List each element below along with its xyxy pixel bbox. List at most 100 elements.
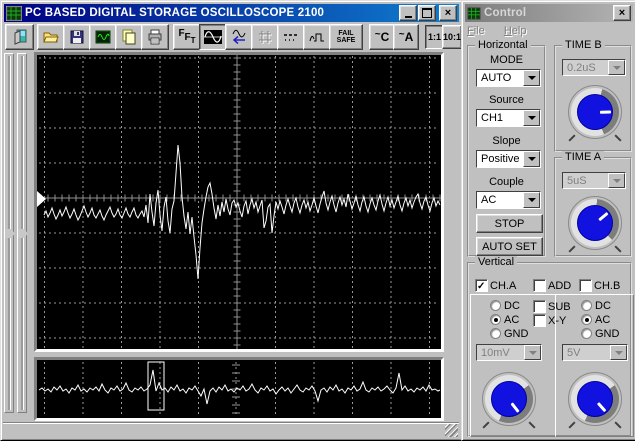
waveform-icon — [204, 30, 222, 44]
menu-help[interactable]: Help — [504, 25, 527, 37]
couple-dropdown-button[interactable] — [523, 192, 540, 208]
print-button[interactable] — [141, 24, 169, 50]
mode-dropdown-button[interactable] — [523, 70, 540, 86]
knob-pointer — [510, 402, 521, 413]
fail-safe-button[interactable]: FAIL SAFE — [329, 24, 363, 50]
time-a-dropdown-button — [608, 173, 625, 188]
calibrate-c-button[interactable]: ~C — [369, 24, 395, 50]
close-button[interactable]: × — [439, 5, 457, 21]
auto-set-button[interactable]: AUTO SET — [476, 237, 543, 256]
grid-icon — [259, 31, 272, 44]
wave-back-arrow-icon — [232, 29, 246, 45]
copy-button[interactable] — [115, 24, 143, 50]
time-a-value: 5uS — [567, 175, 587, 187]
source-label: Source — [489, 94, 524, 106]
grid-button[interactable] — [251, 24, 279, 50]
chevron-down-icon — [527, 198, 536, 206]
copy-pages-icon — [122, 29, 136, 45]
knob-pointer — [597, 211, 609, 221]
control-window-title: Control — [484, 7, 527, 19]
minimize-icon — [404, 15, 412, 18]
ch-b-ac-radio[interactable] — [581, 314, 592, 325]
exit-door-icon — [14, 29, 26, 45]
slope-label: Slope — [492, 135, 521, 147]
ch-b-gain-knob[interactable] — [568, 372, 622, 429]
close-icon: × — [618, 6, 626, 19]
ch-b-gnd-radio[interactable] — [581, 328, 592, 339]
open-folder-icon — [43, 32, 59, 43]
dotted-line-button[interactable] — [277, 24, 305, 50]
sub-checkbox[interactable]: ✓ — [533, 300, 546, 313]
control-window: Control × File Help Horizontal MODE AUTO… — [461, 0, 635, 441]
ch-a-ac-radio[interactable] — [490, 314, 501, 325]
stop-button[interactable]: STOP — [476, 214, 543, 233]
open-button[interactable] — [37, 24, 65, 50]
square-wave-button[interactable] — [303, 24, 331, 50]
time-a-knob[interactable] — [568, 196, 622, 253]
app-icon — [6, 5, 22, 21]
mode-value: AUTO — [481, 72, 512, 84]
stop-label: STOP — [494, 217, 525, 230]
fft-button[interactable]: FFT — [173, 24, 201, 50]
xy-label: X-Y — [548, 315, 567, 327]
ch-b-checkbox[interactable]: ✓ — [579, 279, 592, 292]
save-button[interactable] — [63, 24, 91, 50]
mode-select[interactable]: AUTO — [476, 69, 541, 87]
capture-screen-button[interactable] — [89, 24, 117, 50]
chevron-down-icon — [612, 65, 621, 74]
ch-a-position-slider[interactable] — [4, 53, 15, 413]
control-close-button[interactable]: × — [613, 5, 631, 21]
chevron-down-icon — [527, 76, 536, 84]
add-label: ADD — [548, 280, 572, 292]
ch-b-position-slider[interactable] — [17, 53, 28, 413]
ch-a-gain-knob[interactable] — [482, 372, 536, 429]
ch-b-range-select: 5V — [562, 344, 628, 361]
time-b-group-label: TIME B — [562, 39, 605, 51]
ch-a-position-thumb[interactable] — [5, 229, 15, 238]
waveform-display-button[interactable] — [199, 24, 227, 50]
horizontal-group-label: Horizontal — [475, 39, 531, 51]
fft-label: FFT — [178, 28, 196, 45]
menu-file[interactable]: File — [467, 25, 485, 37]
ch-a-range-value: 10mV — [481, 347, 510, 359]
add-checkbox[interactable]: ✓ — [533, 279, 546, 292]
knob-tick — [568, 245, 576, 253]
time-a-group: TIME A 5uS — [554, 151, 632, 257]
ch-a-gnd-radio[interactable] — [490, 328, 501, 339]
ch-a-gnd-label: GND — [504, 328, 529, 340]
ch-a-dc-radio[interactable] — [490, 300, 501, 311]
printer-icon — [148, 29, 162, 45]
auto-set-label: AUTO SET — [482, 240, 537, 253]
trigger-level-marker[interactable] — [37, 191, 46, 207]
slope-dropdown-button[interactable] — [523, 151, 540, 167]
zoom-selection-box[interactable] — [147, 361, 165, 411]
ch-b-range-dropdown-button — [610, 345, 627, 360]
main-titlebar[interactable]: PC BASED DIGITAL STORAGE OSCILLOSCOPE 21… — [4, 4, 459, 22]
chevron-down-icon — [614, 350, 623, 359]
exit-button[interactable] — [5, 24, 34, 50]
knob-pointer — [599, 109, 612, 114]
slope-select[interactable]: Positive — [476, 150, 541, 168]
vertical-group: Vertical ✓ CH.A ✓ ADD ✓ CH.B DC AC GND ✓… — [467, 256, 634, 437]
close-icon: × — [444, 6, 452, 19]
waveform-recall-button[interactable] — [225, 24, 253, 50]
resize-grip[interactable] — [445, 424, 458, 437]
source-select[interactable]: CH1 — [476, 109, 541, 127]
source-dropdown-button[interactable] — [523, 110, 540, 126]
overview-scope-display — [34, 357, 444, 421]
ch-b-position-thumb[interactable] — [18, 229, 28, 238]
maximize-button[interactable] — [418, 5, 436, 21]
ch-a-checkbox[interactable]: ✓ — [475, 279, 488, 292]
minimize-button[interactable] — [399, 5, 417, 21]
calibrate-a-button[interactable]: ~A — [393, 24, 419, 50]
xy-checkbox[interactable]: ✓ — [533, 314, 546, 327]
ch-b-range-value: 5V — [567, 347, 581, 359]
ch-b-dc-radio[interactable] — [581, 300, 592, 311]
ch-a-ac-label: AC — [504, 314, 520, 326]
couple-select[interactable]: AC — [476, 191, 541, 209]
time-b-knob[interactable] — [568, 85, 622, 142]
time-b-group: TIME B 0.2uS — [554, 39, 632, 152]
time-b-dropdown-button — [608, 60, 625, 75]
probe-10-1-button[interactable]: 10:1 — [442, 25, 462, 49]
control-titlebar[interactable]: Control × — [465, 4, 633, 22]
